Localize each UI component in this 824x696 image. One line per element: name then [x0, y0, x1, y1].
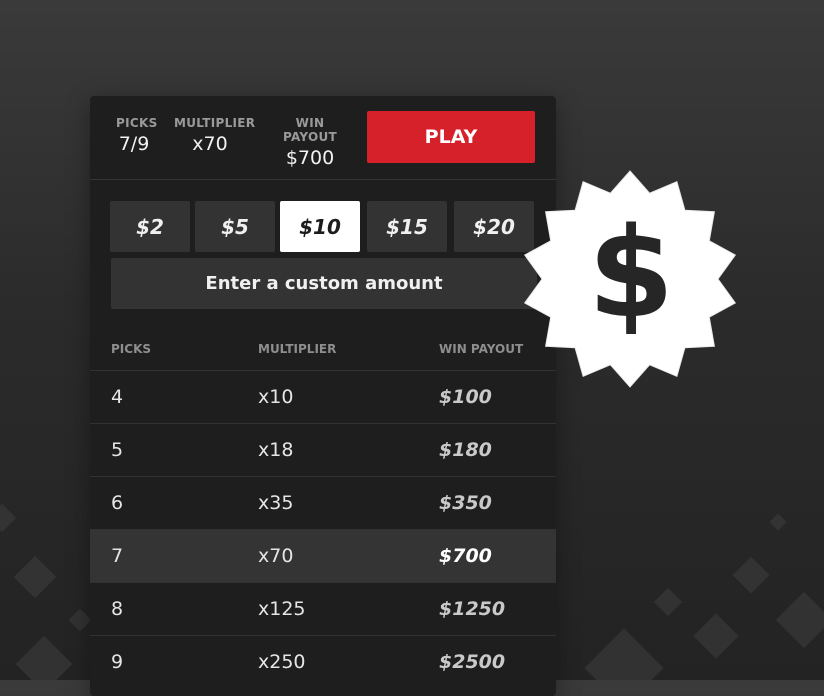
row-picks: 7 [111, 545, 124, 567]
summary-payout-label: WIN PAYOUT [282, 116, 338, 144]
row-multiplier: x18 [258, 439, 294, 461]
payout-table-header: PICKS MULTIPLIER WIN PAYOUT [90, 340, 556, 370]
table-row: 9 x250 $2500 [90, 635, 556, 689]
row-payout: $2500 [439, 651, 506, 673]
amount-button-10[interactable]: $10 [280, 201, 360, 252]
column-header-picks: PICKS [111, 342, 152, 356]
row-picks: 9 [111, 651, 124, 673]
table-row: 4 x10 $100 [90, 370, 556, 424]
table-row-highlighted: 7 x70 $700 [90, 529, 556, 583]
summary-multiplier-label: MULTIPLIER [174, 116, 256, 130]
table-row: 5 x18 $180 [90, 423, 556, 477]
play-button[interactable]: PLAY [367, 111, 535, 163]
row-multiplier: x250 [258, 651, 306, 673]
row-payout: $100 [439, 386, 492, 408]
summary-payout-value: $700 [285, 147, 335, 169]
dollar-seal-icon: $ [523, 170, 737, 388]
row-multiplier: x35 [258, 492, 294, 514]
payout-panel: PICKS 7/9 MULTIPLIER x70 WIN PAYOUT $700… [90, 96, 556, 696]
row-multiplier: x70 [258, 545, 294, 567]
summary-picks-label: PICKS [116, 116, 158, 130]
summary-picks-value: 7/9 [118, 133, 150, 155]
row-payout: $700 [439, 545, 492, 567]
row-payout: $350 [439, 492, 492, 514]
row-picks: 5 [111, 439, 124, 461]
summary-multiplier: MULTIPLIER x70 [174, 116, 256, 155]
row-picks: 6 [111, 492, 124, 514]
row-payout: $1250 [439, 598, 506, 620]
table-row: 8 x125 $1250 [90, 582, 556, 636]
column-header-multiplier: MULTIPLIER [258, 342, 337, 356]
dollar-glyph: $ [588, 202, 674, 346]
summary-divider [90, 179, 556, 180]
row-picks: 8 [111, 598, 124, 620]
custom-amount-button[interactable]: Enter a custom amount [111, 258, 537, 309]
row-payout: $180 [439, 439, 492, 461]
column-header-win-payout: WIN PAYOUT [439, 342, 524, 356]
amount-button-15[interactable]: $15 [367, 201, 447, 252]
row-multiplier: x125 [258, 598, 306, 620]
bet-summary: PICKS 7/9 MULTIPLIER x70 WIN PAYOUT $700… [90, 96, 556, 180]
summary-picks: PICKS 7/9 [116, 116, 158, 155]
summary-multiplier-value: x70 [192, 133, 228, 155]
row-multiplier: x10 [258, 386, 294, 408]
row-picks: 4 [111, 386, 124, 408]
amount-button-2[interactable]: $2 [110, 201, 190, 252]
table-row: 6 x35 $350 [90, 476, 556, 530]
summary-win-payout: WIN PAYOUT $700 [270, 116, 350, 169]
amount-button-5[interactable]: $5 [195, 201, 275, 252]
